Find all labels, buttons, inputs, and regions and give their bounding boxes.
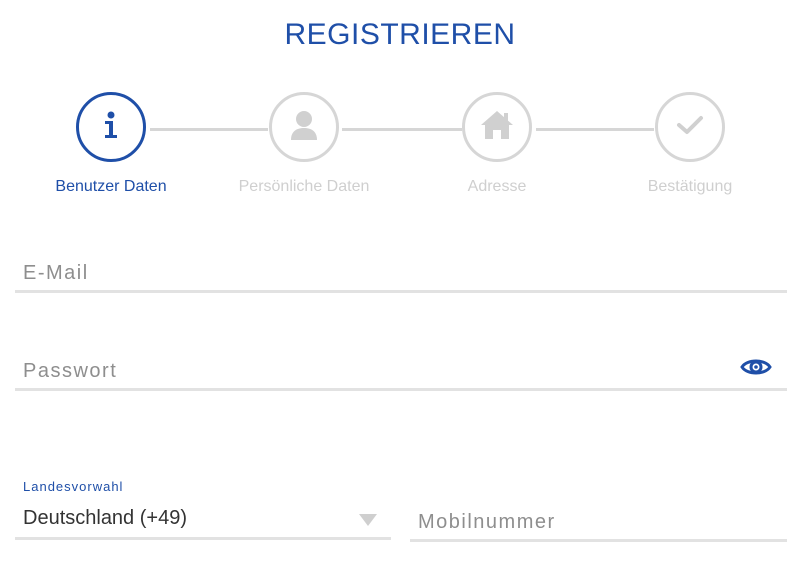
eye-icon: [740, 356, 772, 383]
password-input[interactable]: [15, 354, 735, 388]
info-icon: [101, 110, 121, 145]
step-label: Adresse: [467, 178, 527, 195]
step-circle: [269, 92, 339, 162]
step-persoenliche-daten[interactable]: Persönliche Daten: [214, 92, 394, 196]
page-title: REGISTRIEREN: [284, 18, 516, 51]
step-circle: [76, 92, 146, 162]
step-circle: [462, 92, 532, 162]
show-password-toggle[interactable]: [739, 354, 773, 384]
step-benutzer-daten[interactable]: Benutzer Daten: [21, 92, 201, 196]
country-code-label: Landesvorwahl: [23, 479, 124, 494]
step-circle: [655, 92, 725, 162]
email-field: [15, 256, 787, 293]
mobile-field: [410, 505, 787, 542]
home-icon: [479, 109, 515, 146]
password-field: [15, 354, 787, 391]
step-label: Benutzer Daten: [55, 178, 167, 195]
country-code-select[interactable]: Deutschland (+49): [15, 503, 391, 540]
country-code-value: Deutschland (+49): [23, 507, 187, 529]
mobile-input[interactable]: [410, 505, 787, 539]
step-label: Persönliche Daten: [238, 178, 370, 195]
step-adresse[interactable]: Adresse: [407, 92, 587, 196]
step-bestaetigung[interactable]: Bestätigung: [600, 92, 780, 196]
email-input[interactable]: [15, 256, 787, 290]
registration-stepper: Benutzer Daten Persönliche Daten Adresse: [0, 92, 800, 202]
check-icon: [676, 114, 704, 141]
person-icon: [289, 109, 319, 146]
dropdown-caret-icon: [359, 514, 377, 526]
step-label: Bestätigung: [647, 178, 733, 195]
